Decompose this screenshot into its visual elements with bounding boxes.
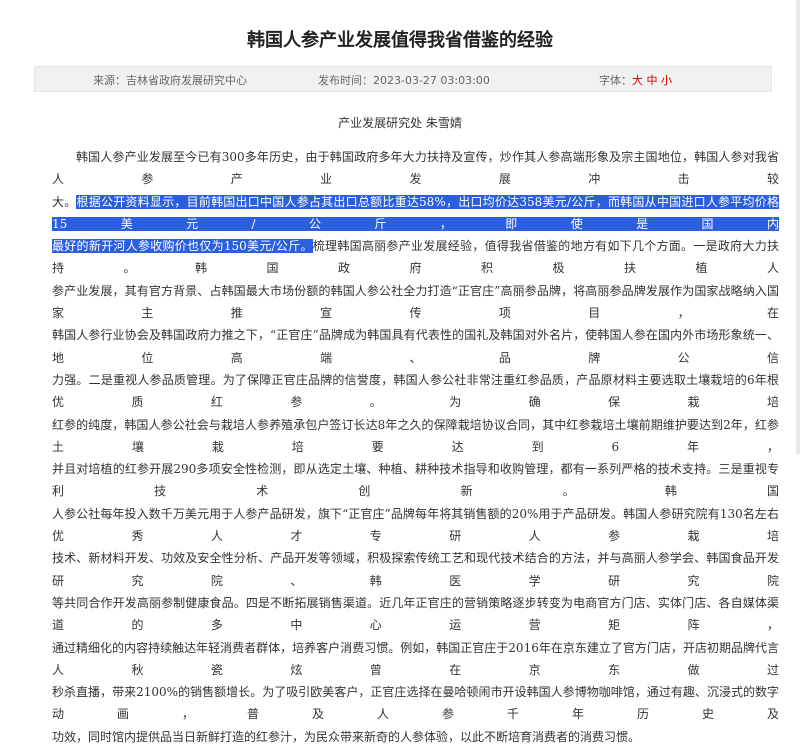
font-size-medium-link[interactable]: 中	[647, 74, 658, 87]
text-line: 秒杀直播，带来2100%的销售额增长。为了吸引欧美客户，正官庄选择在曼哈顿闹市开…	[52, 685, 779, 722]
text-line: 韩国人参产业发展至今已有300多年历史，由于韩国政府多年大力扶持及宣传，炒作其人…	[52, 150, 779, 187]
article-body: 韩国人参产业发展至今已有300多年历史，由于韩国政府多年大力扶持及宣传，炒作其人…	[52, 146, 779, 748]
text-line: 最好的新开河人参收购价也仅为150美元/公斤。梳理韩国高丽参产业发展经验，值得我…	[52, 235, 779, 280]
text-line: 力强。二是重视人参品质管理。为了保障正官庄品牌的信誉度，韩国人参公社非常注重红参…	[52, 372, 779, 410]
font-size-large-link[interactable]: 大	[632, 74, 643, 87]
font-size-label: 字体：	[599, 74, 632, 87]
text-line: 红参的纯度，韩国人参公社会与栽培人参养殖承包户签订长达8年之久的保障栽培协议合同…	[52, 417, 779, 454]
text-line: 韩国人参行业协会及韩国政府力推之下，“正官庄”品牌成为韩国具有代表性的国礼及韩国…	[52, 328, 779, 365]
source-label: 来源：吉林省政府发展研究中心	[93, 74, 247, 87]
author-line: 产业发展研究处 朱雪婧	[338, 116, 462, 130]
text-line: 功效，同时馆内提供品当日新鲜打造的红参汁，为民众带来新奇的人参体验，以此不断培育…	[52, 729, 641, 744]
page-title: 韩国人参产业发展值得我省借鉴的经验	[247, 30, 553, 51]
text-line: 并且对培植的红参开展290多项安全性检测，即从选定土壤、种植、耕种技术指导和收购…	[52, 462, 779, 499]
scrollbar-track[interactable]	[796, 0, 800, 454]
highlighted-text: 根据公开资料显示，目前韩国出口中国人参占其出口总额比重达58%，出口均价达358…	[52, 194, 779, 231]
font-size-small-link[interactable]: 小	[661, 74, 672, 87]
text-line: 人参公社每年投入数千万美元用于人参产品研发，旗下“正官庄”品牌每年将其销售额的2…	[52, 506, 779, 544]
text-line: 大。根据公开资料显示，目前韩国出口中国人参占其出口总额比重达58%，出口均价达3…	[52, 191, 779, 236]
text-segment: 大。	[52, 194, 77, 209]
text-line: 通过精细化的内容持续触达年轻消费者群体，培养客户消费习惯。例如，韩国正官庄于20…	[52, 640, 779, 677]
article-paragraph: 韩国人参产业发展至今已有300多年历史，由于韩国政府多年大力扶持及宣传，炒作其人…	[52, 146, 779, 748]
text-line: 技术、新材料开发、功效及安全性分析、产品开发等领域，积极探索传统工艺和现代技术结…	[52, 551, 779, 588]
text-line: 等共同合作开发高丽参制健康食品。四是不断拓展销售渠道。近几年正官庄的营销策略逐步…	[52, 595, 779, 633]
meta-bar: 来源：吉林省政府发展研究中心 发布时间：2023-03-27 03:03:00 …	[34, 66, 772, 92]
font-size-control: 字体：大 中 小	[599, 72, 672, 88]
highlighted-text: 最好的新开河人参收购价也仅为150美元/公斤。	[52, 239, 313, 254]
publish-time: 发布时间：2023-03-27 03:03:00	[318, 74, 490, 87]
text-line: 参产业发展，其有官方背景、占韩国最大市场份额的韩国人参公社全力打造“正官庄”高丽…	[52, 283, 779, 321]
